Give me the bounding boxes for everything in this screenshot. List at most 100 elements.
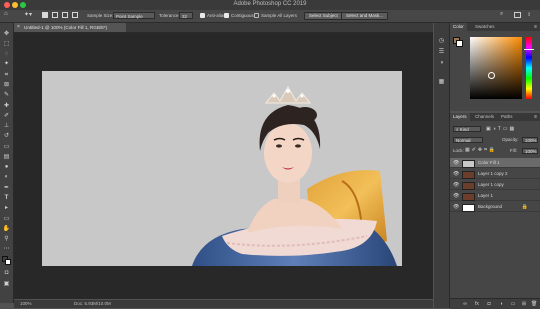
blend-mode-select[interactable]: Normal [453,137,483,143]
layer-row-layer-1-copy[interactable]: 👁 Layer 1 copy [450,180,540,190]
hue-slider-handle[interactable] [524,49,534,50]
crop-icon[interactable]: ⌗ [2,71,11,79]
select-subject-button[interactable]: Select Subject [304,11,343,20]
layer-filter-value: Kind [459,127,469,132]
move-icon[interactable]: ✥ [2,30,11,38]
share-icon[interactable]: ⇪ [527,12,531,18]
hue-slider[interactable] [524,37,534,99]
blur-icon[interactable]: ● [2,163,11,171]
tab-swatches[interactable]: Swatches [472,23,498,31]
layer-row-layer-1[interactable]: 👁 Layer 1 [450,191,540,201]
dodge-icon[interactable]: ◐ [2,173,11,181]
new-selection-icon[interactable] [42,12,48,18]
frame-icon[interactable]: ⊠ [2,81,11,89]
document-info[interactable]: Doc: 5.93M/10.0M [74,301,111,306]
layers-panel: Layers Channels Paths ≡ ⌕ Kind ▣◑T▭▦ Nor… [450,113,540,298]
intersect-selection-icon[interactable] [72,12,78,18]
select-and-mask-button[interactable]: Select and Mask... [341,11,389,20]
sample-size-select[interactable]: Point Sample [113,12,155,19]
visibility-eye-icon[interactable]: 👁 [453,191,459,201]
lock-icon: 🔒 [521,204,528,210]
layer-filter-select[interactable]: ⌕ Kind [453,126,481,132]
add-to-selection-icon[interactable] [52,12,58,18]
layer-name[interactable]: Layer 1 copy [478,180,504,190]
quick-mask-icon[interactable]: ◘ [2,269,11,277]
opacity-input[interactable]: 100% [522,137,538,143]
adjustment-layer-icon[interactable]: ◑ [498,301,504,307]
visibility-eye-icon[interactable]: 👁 [453,180,459,190]
properties-panel-icon[interactable]: ☰ [437,48,446,56]
tab-channels[interactable]: Channels [472,113,497,121]
eyedropper-icon[interactable]: ✎ [2,91,11,99]
lock-icons[interactable]: ▦✐✥⌗🔒 [465,147,497,153]
clone-stamp-icon[interactable]: ⊥ [2,122,11,130]
layer-thumbnail [462,204,475,212]
workspace-icon[interactable] [514,12,521,18]
zoom-icon[interactable]: ⚲ [2,235,11,243]
layer-name[interactable]: Layer 1 copy 2 [478,169,508,179]
layer-row-color-fill-1[interactable]: 👁 Color Fill 1 [450,158,540,168]
tolerance-input[interactable]: 32 [179,12,193,19]
add-mask-icon[interactable]: ◘ [486,301,492,307]
tab-layers[interactable]: Layers [450,113,470,121]
magic-wand-icon[interactable]: ✦ [2,60,11,68]
contiguous-checkbox[interactable] [224,13,229,18]
background-color-swatch[interactable] [5,259,11,265]
eraser-icon[interactable]: ▭ [2,143,11,151]
layers-panel-tabs: Layers Channels Paths ≡ [450,113,540,121]
layer-thumbnail [462,171,475,179]
color-field[interactable] [470,37,522,99]
layer-row-layer-1-copy-2[interactable]: 👁 Layer 1 copy 2 [450,169,540,179]
visibility-eye-icon[interactable]: 👁 [453,202,459,212]
delete-layer-icon[interactable]: 🗑 [531,301,537,307]
lasso-icon[interactable]: ◌ [2,50,11,58]
history-panel-icon[interactable]: ◷ [437,37,446,45]
close-tab-icon[interactable]: × [17,23,20,32]
zoom-level[interactable]: 100% [20,301,32,306]
color-picker-cursor[interactable] [488,72,495,79]
color-background-swatch[interactable] [456,40,463,47]
layer-name[interactable]: Layer 1 [478,191,493,201]
healing-brush-icon[interactable]: ✚ [2,102,11,110]
shape-icon[interactable]: ▭ [2,215,11,223]
layers-panel-menu-icon[interactable]: ≡ [534,113,537,121]
options-bar: ⌂ ✦▾ Sample Size: Point Sample Tolerance… [0,10,540,23]
layer-filter-row: ⌕ Kind ▣◑T▭▦ [450,125,540,133]
home-icon[interactable]: ⌂ [4,11,8,17]
visibility-eye-icon[interactable]: 👁 [453,158,459,168]
fill-input[interactable]: 100% [522,148,538,154]
hand-icon[interactable]: ✋ [2,225,11,233]
type-icon[interactable]: T [2,194,11,202]
layer-name[interactable]: Color Fill 1 [478,158,500,168]
tab-color[interactable]: Color [450,23,467,31]
search-icon[interactable]: ⌕ [500,11,503,18]
layer-filter-icons[interactable]: ▣◑T▭▦ [486,126,516,132]
sample-all-layers-checkbox[interactable] [254,13,259,18]
layer-name[interactable]: Background [478,202,502,212]
layer-row-background[interactable]: 👁 Background 🔒 [450,202,540,212]
document-tab[interactable]: × Untitled-1 @ 100% (Color Fill 1, RGB/8… [14,23,126,32]
anti-alias-checkbox[interactable] [200,13,205,18]
pen-icon[interactable]: ✒ [2,184,11,192]
magic-wand-tool-preset-icon[interactable]: ✦▾ [24,11,32,18]
adjustments-panel-icon[interactable]: ◑ [437,59,446,67]
new-layer-icon[interactable]: ⊞ [521,301,527,307]
new-group-icon[interactable]: ▭ [510,301,516,307]
panel-menu-icon[interactable]: ≡ [534,23,537,31]
link-layers-icon[interactable]: ∞ [462,301,468,307]
history-brush-icon[interactable]: ↺ [2,132,11,140]
gradient-icon[interactable]: ▤ [2,153,11,161]
path-selection-icon[interactable]: ▸ [2,204,11,212]
more-tools-icon[interactable]: ⋯ [2,245,11,253]
libraries-panel-icon[interactable]: ▦ [437,78,446,86]
anti-alias-label: Anti-alias [207,13,226,18]
document-canvas[interactable] [42,71,402,266]
tab-paths[interactable]: Paths [498,113,516,121]
document-tab-bar: × Untitled-1 @ 100% (Color Fill 1, RGB/8… [14,23,433,33]
screen-mode-icon[interactable]: ▣ [2,280,11,288]
subtract-from-selection-icon[interactable] [62,12,68,18]
layer-style-icon[interactable]: fx [474,301,480,307]
marquee-icon[interactable]: ⬚ [2,40,11,48]
brush-icon[interactable]: ✐ [2,112,11,120]
visibility-eye-icon[interactable]: 👁 [453,169,459,179]
